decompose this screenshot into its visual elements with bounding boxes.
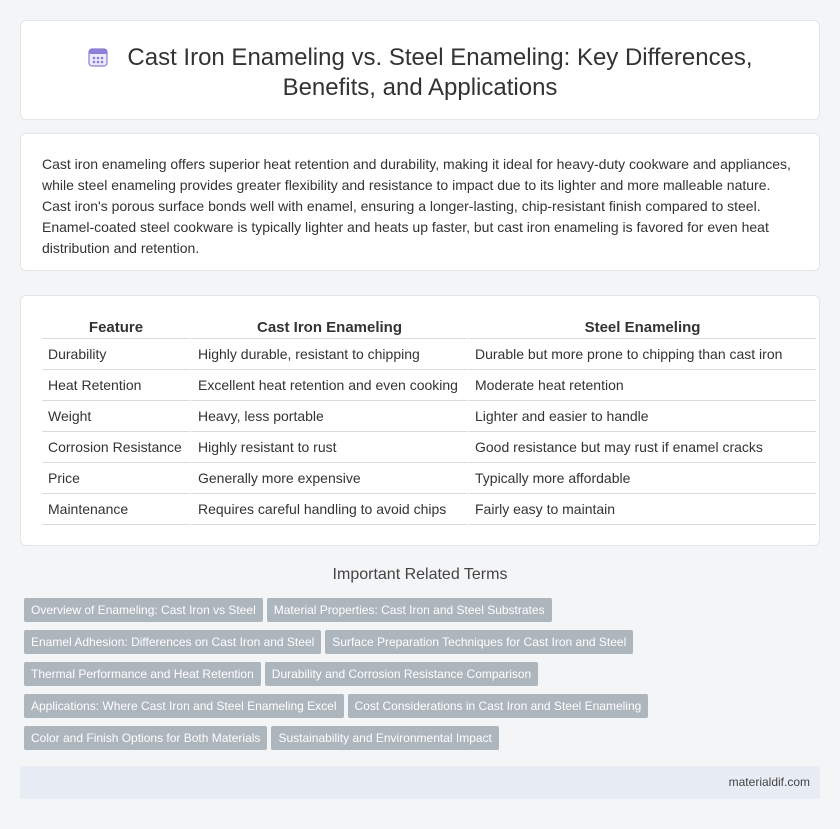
table-row: Maintenance Requires careful handling to… (42, 494, 816, 525)
footer-site-link[interactable]: materialdif.com (729, 775, 810, 789)
table-header-row: Feature Cast Iron Enameling Steel Enamel… (42, 314, 816, 339)
related-term-tag[interactable]: Applications: Where Cast Iron and Steel … (24, 694, 344, 718)
feature-cell: Durability (42, 339, 190, 370)
table-row: Heat Retention Excellent heat retention … (42, 370, 816, 401)
feature-cell: Heat Retention (42, 370, 190, 401)
related-term-tag[interactable]: Overview of Enameling: Cast Iron vs Stee… (24, 598, 263, 622)
calendar-grid-icon (88, 48, 108, 67)
cast-iron-cell: Generally more expensive (190, 463, 467, 494)
comparison-table-card: Feature Cast Iron Enameling Steel Enamel… (20, 295, 820, 546)
header-cast-iron: Cast Iron Enameling (190, 314, 467, 339)
cast-iron-cell: Heavy, less portable (190, 401, 467, 432)
steel-cell: Fairly easy to maintain (467, 494, 816, 525)
steel-cell: Moderate heat retention (467, 370, 816, 401)
header-card: Cast Iron Enameling vs. Steel Enameling:… (20, 20, 820, 120)
feature-cell: Weight (42, 401, 190, 432)
related-term-tag[interactable]: Cost Considerations in Cast Iron and Ste… (347, 694, 649, 718)
table-row: Durability Highly durable, resistant to … (42, 339, 816, 370)
page-title: Cast Iron Enameling vs. Steel Enameling:… (21, 43, 819, 103)
steel-cell: Typically more affordable (467, 463, 816, 494)
cast-iron-cell: Excellent heat retention and even cookin… (190, 370, 467, 401)
comparison-table: Feature Cast Iron Enameling Steel Enamel… (42, 314, 816, 525)
summary-text: Cast iron enameling offers superior heat… (42, 156, 791, 256)
steel-cell: Lighter and easier to handle (467, 401, 816, 432)
title-line-2: Benefits, and Applications (282, 74, 558, 101)
cast-iron-cell: Highly resistant to rust (190, 432, 467, 463)
table-row: Weight Heavy, less portable Lighter and … (42, 401, 816, 432)
related-term-tag[interactable]: Color and Finish Options for Both Materi… (24, 726, 268, 750)
related-term-tag[interactable]: Enamel Adhesion: Differences on Cast Iro… (24, 630, 322, 654)
feature-cell: Price (42, 463, 190, 494)
related-term-tag[interactable]: Surface Preparation Techniques for Cast … (325, 630, 634, 654)
related-term-tag[interactable]: Material Properties: Cast Iron and Steel… (266, 598, 552, 622)
related-term-tag[interactable]: Durability and Corrosion Resistance Comp… (264, 662, 539, 686)
related-terms-list: Overview of Enameling: Cast Iron vs Stee… (24, 598, 814, 758)
cast-iron-cell: Requires careful handling to avoid chips (190, 494, 467, 525)
header-steel: Steel Enameling (467, 314, 816, 339)
summary-card: Cast iron enameling offers superior heat… (20, 133, 820, 271)
steel-cell: Durable but more prone to chipping than … (467, 339, 816, 370)
steel-cell: Good resistance but may rust if enamel c… (467, 432, 816, 463)
footer-bar: materialdif.com (20, 766, 820, 799)
header-feature: Feature (42, 314, 190, 339)
related-term-tag[interactable]: Sustainability and Environmental Impact (271, 726, 499, 750)
related-term-tag[interactable]: Thermal Performance and Heat Retention (24, 662, 261, 686)
table-row: Price Generally more expensive Typically… (42, 463, 816, 494)
title-line-1: Cast Iron Enameling vs. Steel Enameling:… (127, 44, 753, 71)
table-row: Corrosion Resistance Highly resistant to… (42, 432, 816, 463)
cast-iron-cell: Highly durable, resistant to chipping (190, 339, 467, 370)
related-terms-heading: Important Related Terms (332, 566, 508, 583)
feature-cell: Corrosion Resistance (42, 432, 190, 463)
feature-cell: Maintenance (42, 494, 190, 525)
